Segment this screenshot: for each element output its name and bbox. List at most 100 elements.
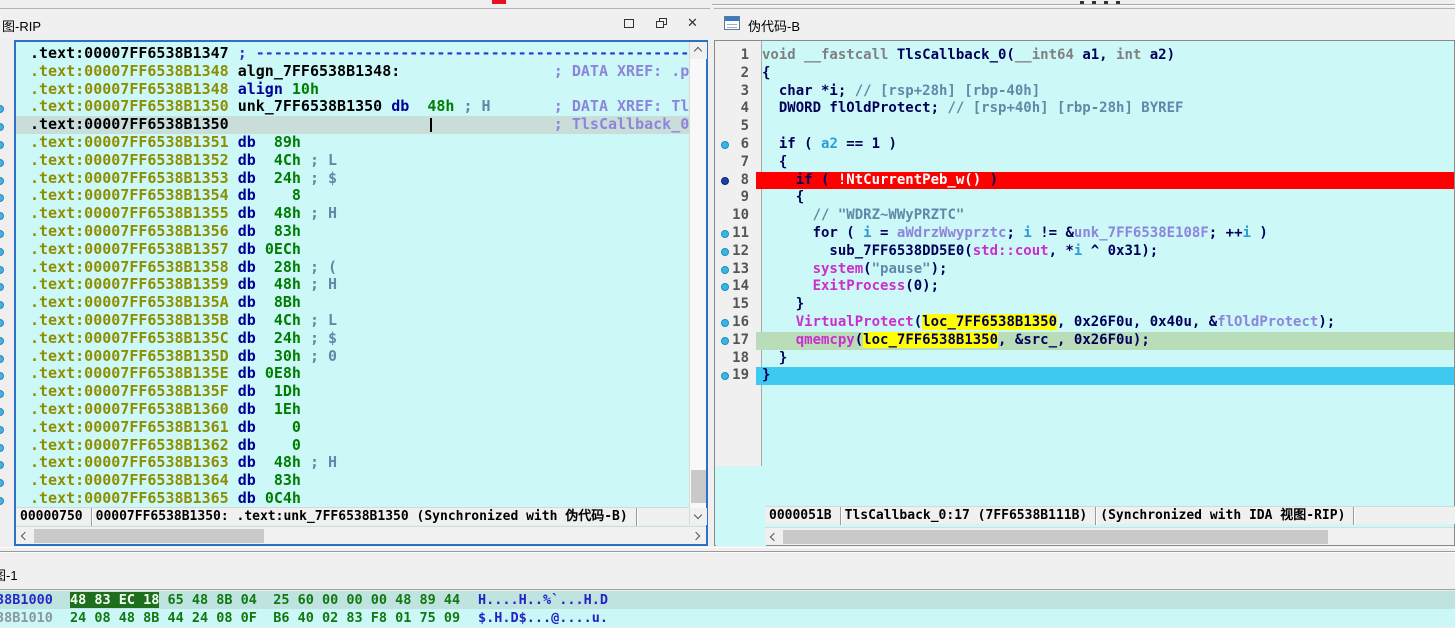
code-token: db	[238, 258, 265, 276]
hex-row[interactable]: 38B100048 83 EC 18 65 48 8B 04 25 60 00 …	[0, 591, 1455, 609]
horizontal-scrollbar[interactable]	[16, 526, 706, 544]
code-token	[762, 207, 813, 223]
listing-line[interactable]: .text:00007FF6538B1356 db 83h	[16, 223, 689, 241]
listing-line[interactable]: .text:00007FF6538B1352 db 4Ch ; L	[16, 152, 689, 170]
code-line[interactable]: 8 if ( !NtCurrentPeb_w() )	[715, 172, 1454, 190]
code-token: loc_7FF6538B1350	[922, 314, 1057, 330]
code-text: }	[756, 367, 1454, 385]
code-text	[756, 118, 1454, 136]
horizontal-scroll-thumb[interactable]	[783, 530, 1328, 544]
code-token: 48 83 EC 18	[70, 592, 159, 608]
scroll-left-button[interactable]	[16, 528, 32, 544]
code-token: 4Ch	[265, 151, 301, 169]
corner-filler	[716, 466, 766, 546]
listing-line[interactable]: .text:00007FF6538B1347 ; ---------------…	[16, 45, 689, 63]
listing-line[interactable]: .text:00007FF6538B1361 db 0	[16, 419, 689, 437]
code-token: db	[238, 329, 265, 347]
code-token	[762, 278, 813, 294]
hex-view-titlebar[interactable]: 图-1	[0, 556, 1455, 590]
listing-line[interactable]: .text:00007FF6538B1357 db 0ECh	[16, 241, 689, 259]
disassembly-listing[interactable]: .text:00007FF6538B1347 ; ---------------…	[16, 42, 689, 509]
code-line[interactable]: 19}	[715, 367, 1454, 385]
hex-dump[interactable]: 38B100048 83 EC 18 65 48 8B 04 25 60 00 …	[0, 591, 1455, 628]
code-token: db	[238, 471, 265, 489]
breakpoint-dot[interactable]	[721, 337, 729, 345]
ida-view-titlebar[interactable]: 图-RIP ✕	[0, 8, 710, 38]
line-number: 7	[715, 154, 756, 172]
hex-row[interactable]: 38B101024 08 48 8B 44 24 08 0F B6 40 02 …	[0, 609, 1455, 627]
listing-line[interactable]: .text:00007FF6538B1355 db 48h ; H	[16, 205, 689, 223]
code-line[interactable]: 11 for ( i = aWdrzWwyprztc; i != &unk_7F…	[715, 225, 1454, 243]
maximize-icon[interactable]	[622, 17, 638, 31]
pseudocode-titlebar[interactable]: 伪代码-B	[714, 8, 1455, 38]
code-token: flOldProtect	[1217, 314, 1318, 330]
code-token: aWdrzWwyprztc	[897, 225, 1007, 241]
code-line[interactable]: 17 qmemcpy(loc_7FF6538B1350, &src_, 0x26…	[715, 332, 1454, 350]
code-token: }	[762, 350, 787, 366]
breakpoint-dot[interactable]	[721, 266, 729, 274]
pseudocode-listing[interactable]: 1void __fastcall TlsCallback_0(__int64 a…	[715, 47, 1454, 385]
code-line[interactable]: 12 sub_7FF6538DD5E0(std::cout, *i ^ 0x31…	[715, 243, 1454, 261]
breakpoint-dot[interactable]	[721, 230, 729, 238]
listing-line[interactable]: .text:00007FF6538B1350 unk_7FF6538B1350 …	[16, 98, 689, 116]
listing-line[interactable]: .text:00007FF6538B1363 db 48h ; H	[16, 454, 689, 472]
code-line[interactable]: 3 char *i; // [rsp+28h] [rbp-40h]	[715, 83, 1454, 101]
listing-line[interactable]: .text:00007FF6538B1351 db 89h	[16, 134, 689, 152]
listing-line[interactable]: .text:00007FF6538B1359 db 48h ; H	[16, 276, 689, 294]
code-line[interactable]: 6 if ( a2 == 1 )	[715, 136, 1454, 154]
code-token: if (	[762, 172, 838, 188]
code-line[interactable]: 1void __fastcall TlsCallback_0(__int64 a…	[715, 47, 1454, 65]
breakpoint-dot[interactable]	[721, 177, 729, 185]
listing-line[interactable]: .text:00007FF6538B1360 db 1Eh	[16, 401, 689, 419]
code-line[interactable]: 16 VirtualProtect(loc_7FF6538B1350, 0x26…	[715, 314, 1454, 332]
code-token: db	[238, 400, 265, 418]
listing-line[interactable]: .text:00007FF6538B135D db 30h ; 0	[16, 348, 689, 366]
code-token: .text:00007FF6538B1357	[30, 240, 238, 258]
vertical-scroll-thumb[interactable]	[691, 470, 706, 503]
close-icon[interactable]: ✕	[687, 17, 703, 31]
listing-line[interactable]: .text:00007FF6538B135C db 24h ; $	[16, 330, 689, 348]
listing-line[interactable]: .text:00007FF6538B1348 align 10h	[16, 81, 689, 99]
breakpoint-dot[interactable]	[721, 141, 729, 149]
scroll-right-button[interactable]	[690, 528, 706, 544]
horizontal-scroll-thumb[interactable]	[34, 529, 264, 543]
listing-line[interactable]: .text:00007FF6538B135A db 8Bh	[16, 294, 689, 312]
listing-line[interactable]: .text:00007FF6538B1354 db 8	[16, 187, 689, 205]
listing-line[interactable]: .text:00007FF6538B135B db 4Ch ; L	[16, 312, 689, 330]
code-line[interactable]: 14 ExitProcess(0);	[715, 278, 1454, 296]
line-number: 5	[715, 118, 756, 136]
scroll-up-button[interactable]	[690, 42, 707, 59]
code-text: {	[756, 65, 1454, 83]
code-line[interactable]: 2{	[715, 65, 1454, 83]
listing-line[interactable]: .text:00007FF6538B135E db 0E8h	[16, 365, 689, 383]
code-line[interactable]: 7 {	[715, 154, 1454, 172]
code-line[interactable]: 18 }	[715, 350, 1454, 368]
code-line[interactable]: 5	[715, 118, 1454, 136]
code-line[interactable]: 13 system("pause");	[715, 261, 1454, 279]
horizontal-scrollbar[interactable]	[765, 527, 1454, 545]
code-token: ExitProcess	[813, 278, 906, 294]
listing-line[interactable]: .text:00007FF6538B1350 ; TlsCallback_0+6	[16, 116, 689, 134]
listing-line[interactable]: .text:00007FF6538B1364 db 83h	[16, 472, 689, 490]
breakpoint-dot[interactable]	[721, 248, 729, 256]
code-line[interactable]: 4 DWORD flOldProtect; // [rsp+40h] [rbp-…	[715, 100, 1454, 118]
listing-line[interactable]: .text:00007FF6538B1358 db 28h ; (	[16, 259, 689, 277]
breakpoint-dot[interactable]	[721, 319, 729, 327]
listing-line[interactable]: .text:00007FF6538B135F db 1Dh	[16, 383, 689, 401]
code-line[interactable]: 10 // "WDRZ~WWyPRZTC"	[715, 207, 1454, 225]
disassembly-frame: .text:00007FF6538B1347 ; ---------------…	[14, 40, 708, 546]
vertical-scrollbar[interactable]	[689, 42, 706, 525]
code-text: {	[756, 154, 1454, 172]
code-line[interactable]: 9 {	[715, 189, 1454, 207]
restore-icon[interactable]	[654, 17, 670, 31]
listing-line[interactable]: .text:00007FF6538B1365 db 0C4h	[16, 490, 689, 508]
code-token: void __fastcall	[762, 47, 897, 63]
code-line[interactable]: 15 }	[715, 296, 1454, 314]
listing-line[interactable]: .text:00007FF6538B1362 db 0	[16, 437, 689, 455]
listing-line[interactable]: .text:00007FF6538B1353 db 24h ; $	[16, 170, 689, 188]
listing-line[interactable]: .text:00007FF6538B1348 algn_7FF6538B1348…	[16, 63, 689, 81]
pseudocode-title: 伪代码-B	[748, 16, 800, 35]
code-token: // "WDRZ~WWyPRZTC"	[813, 207, 965, 223]
scroll-left-button[interactable]	[765, 529, 781, 545]
scroll-down-button[interactable]	[690, 508, 707, 525]
